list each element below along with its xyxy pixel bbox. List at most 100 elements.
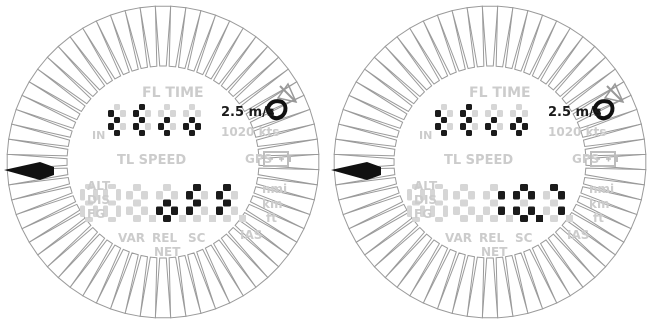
ring-fin [481,257,499,319]
label-gps: GPS [572,152,600,166]
label-speed-small: 2.5 m/s [548,105,602,120]
label-kts: 1020 kts [221,125,280,139]
decimal-point [566,215,573,222]
segment-g [114,117,120,123]
segment-c [141,206,148,215]
segment-b [522,110,528,117]
segment-f [186,191,193,200]
segment-g [520,199,528,207]
segment-d [550,215,558,222]
segment-c [145,123,151,130]
segment-e [158,123,164,130]
segment-e [485,123,491,130]
label-tl-speed: TL SPEED [444,153,514,168]
ring-fin [154,257,172,319]
segment-e [483,206,490,215]
decimal-point [179,215,186,222]
segment-e [513,206,520,215]
segment-c [522,123,528,130]
label-net: NET [481,245,508,259]
segment-e [407,205,412,217]
segment-d [163,215,171,222]
segment-e [453,206,460,215]
segment-b [498,191,505,200]
segment-f [510,110,516,117]
segment-c [468,206,475,215]
segment-a [490,184,498,191]
segment-g [139,117,145,123]
segment-b [201,191,208,200]
segment-e [126,206,133,215]
segment-a [114,104,120,110]
segment-e [108,123,114,130]
segment-b [468,191,475,200]
segment-f [513,191,520,200]
segment-c [498,206,505,215]
segment-a [460,184,468,191]
segment-d [164,130,170,136]
segment-d [460,215,468,222]
label-in: IN [92,129,106,142]
segment-d [516,130,522,136]
segment-c [201,206,208,215]
segment-g [491,117,497,123]
label-dis: DIS [414,193,438,207]
label-var: VAR [118,231,145,245]
segment-b [558,191,565,200]
segment-g [193,199,201,207]
segment-g [189,117,195,123]
segment-b [447,110,453,117]
segment-f [485,110,491,117]
segment-b [497,110,503,117]
segment-c [116,205,121,217]
segment-g [466,117,472,123]
segment-c [170,123,176,130]
segment-f [435,110,441,117]
label-km: km [262,197,283,211]
segment-f [126,191,133,200]
segment-c [231,206,238,215]
segment-d [441,130,447,136]
decimal-point [209,215,216,222]
segment-b [231,191,238,200]
label-sc: SC [188,231,206,245]
segment-g [163,199,171,207]
segment-a [163,184,171,191]
label-net: NET [154,245,181,259]
segment-f [80,189,85,201]
segment-b [141,191,148,200]
label-fg: FG [414,207,433,221]
segment-e [216,206,223,215]
segment-c [528,206,535,215]
segment-c [171,206,178,215]
ring-fin [154,5,172,67]
segment-b [171,191,178,200]
label-gps: GPS [245,152,273,166]
label-fg: FG [87,207,106,221]
segment-e [543,206,550,215]
label-ft: ft [593,211,604,225]
segment-e [186,206,193,215]
label-nmi: nmi [589,182,615,196]
segment-g [550,199,558,207]
label-speed-small: 2.5 m/s [221,105,275,120]
segment-g [441,117,447,123]
segment-d [223,215,231,222]
label-in: IN [419,129,433,142]
segment-f [483,191,490,200]
label-km: km [589,197,610,211]
label-ias: IAS [567,228,590,242]
segment-b [120,110,126,117]
segment-a [491,104,497,110]
decimal-point [149,215,156,222]
segment-e [156,206,163,215]
segment-a [133,184,141,191]
segment-d [466,130,472,136]
segment-c [195,123,201,130]
label-ias: IAS [240,228,263,242]
segment-c [443,205,448,217]
segment-g [164,117,170,123]
label-rel: REL [152,231,178,245]
segment-a [520,184,528,191]
segment-g [223,199,231,207]
